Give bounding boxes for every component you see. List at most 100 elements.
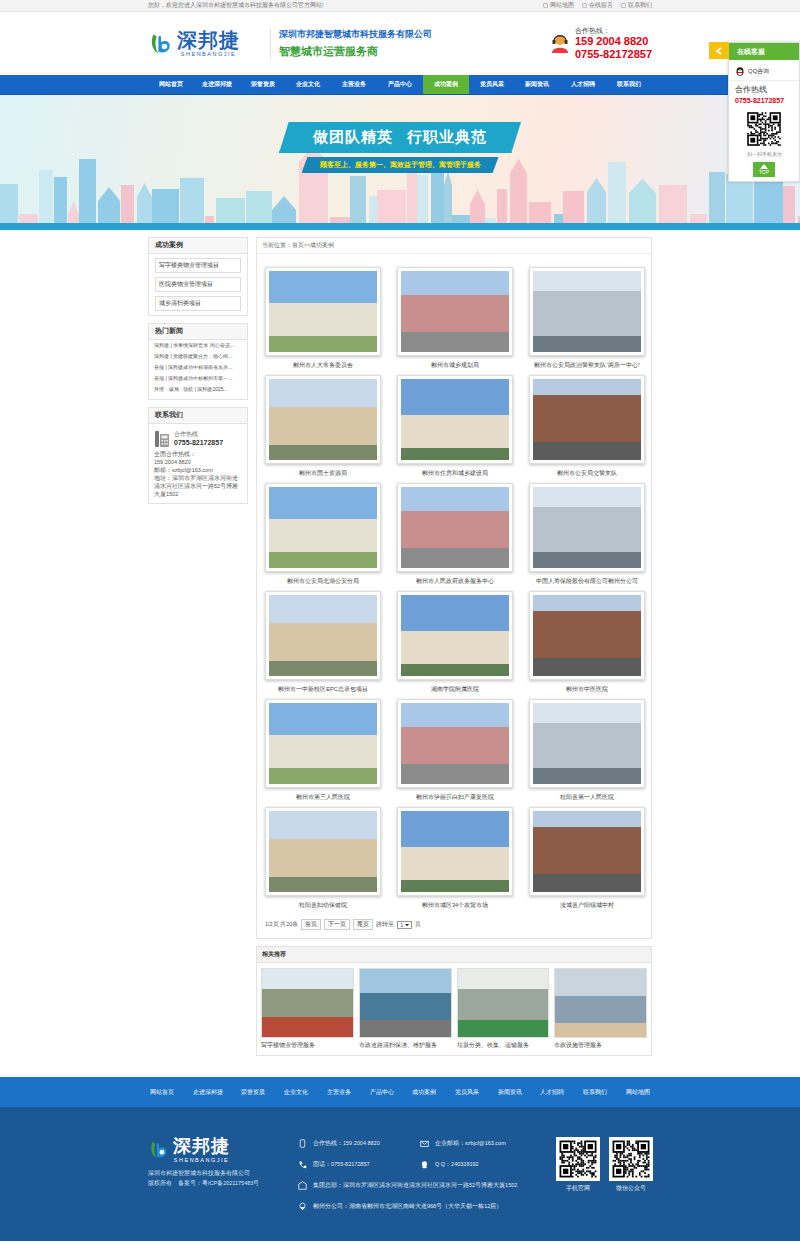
footer-company: 深圳市邦捷智慧城市科技服务有限公司 (148, 1169, 288, 1178)
nav-item[interactable]: 成功案例 (423, 75, 469, 94)
related-caption[interactable]: 垃圾分类、收集、运输服务 (457, 1042, 550, 1049)
news-link[interactable]: 喜报 | 深邦捷成功中标郴州市第一... (149, 373, 247, 384)
category-link[interactable]: 写字楼类物业管理项目 (155, 258, 241, 273)
qq-penguin-icon (735, 66, 745, 76)
category-link[interactable]: 医院类物业管理项目 (155, 277, 241, 292)
case-caption[interactable]: 桂阳县妇幼保健院 (299, 902, 347, 910)
nav-item[interactable]: 网站首页 (148, 75, 194, 94)
related-photo (359, 968, 452, 1038)
page-button[interactable]: 首页 (301, 919, 321, 930)
case-caption[interactable]: 中国人寿保险股份有限公司郴州分公司 (536, 578, 638, 586)
top-link[interactable]: 网站地图 (543, 2, 574, 9)
panel-toggle[interactable] (709, 42, 729, 59)
case-card[interactable]: 郴州市公安局北湖公安分局 (265, 483, 381, 591)
case-caption[interactable]: 郴州市人大常务委员会 (293, 362, 353, 370)
case-card[interactable]: 郴州市公安局政治警察支队“两所一中心” (529, 267, 645, 375)
footer-nav-item[interactable]: 走进深邦捷 (193, 1088, 223, 1097)
footer-nav-item[interactable]: 荣誉资质 (241, 1088, 265, 1097)
top-link-text[interactable]: 网站地图 (550, 2, 574, 9)
footer-nav-item[interactable]: 人才招聘 (540, 1088, 564, 1097)
related-caption[interactable]: 写字楼物业管理服务 (261, 1042, 354, 1049)
case-card[interactable]: 郴州市人大常务委员会 (265, 267, 381, 375)
nav-item[interactable]: 企业文化 (285, 75, 331, 94)
top-link-text[interactable]: 在线留言 (589, 2, 613, 9)
footer-nav-item[interactable]: 网站首页 (150, 1088, 174, 1097)
nav-item[interactable]: 走进深邦捷 (194, 75, 240, 94)
nav-item[interactable]: 新闻资讯 (515, 75, 561, 94)
qq-link[interactable]: QQ咨询 (729, 60, 799, 81)
case-card[interactable]: 桂阳县第一人民医院 (529, 699, 645, 807)
case-card[interactable]: 湘南学院附属医院 (397, 591, 513, 699)
footer-nav-item[interactable]: 产品中心 (370, 1088, 394, 1097)
news-link[interactable]: 深邦捷 | 求事情深耕意求 同心奋进... (149, 340, 247, 351)
case-card[interactable]: 郴州市公安局交警支队 (529, 375, 645, 483)
case-caption[interactable]: 郴州市第三人民医院 (296, 794, 350, 802)
case-card[interactable]: 郴州市城乡规划局 (397, 267, 513, 375)
related-item[interactable]: 市政设施管理服务 (554, 968, 647, 1049)
related-caption[interactable]: 市政设施管理服务 (554, 1042, 647, 1049)
top-link[interactable]: 联系我们 (621, 2, 652, 9)
nav-item[interactable]: 主营业务 (331, 75, 377, 94)
case-caption[interactable]: 桂阳县第一人民医院 (560, 794, 614, 802)
case-caption[interactable]: 郴州市公安局交警支队 (557, 470, 617, 478)
case-caption[interactable]: 郴州市国土资源局 (299, 470, 347, 478)
category-link[interactable]: 城乡清扫类项目 (155, 296, 241, 311)
footer-nav-item[interactable]: 主营业务 (327, 1088, 351, 1097)
page-select-value[interactable]: 1 (400, 922, 403, 928)
news-link[interactable]: 喜报 | 深邦捷成功中标湖南省永兴... (149, 362, 247, 373)
back-to-top-button[interactable]: TOP (753, 162, 775, 177)
case-caption[interactable]: 湘南学院附属医院 (431, 686, 479, 694)
case-caption[interactable]: 郴州市人民政府政务服务中心 (416, 578, 494, 586)
case-card[interactable]: 汝城县户阳镇城中村 (529, 807, 645, 915)
top-link[interactable]: 在线留言 (582, 2, 613, 9)
footer-nav-item[interactable]: 成功案例 (412, 1088, 436, 1097)
footer-nav-item[interactable]: 网站地图 (626, 1088, 650, 1097)
case-caption[interactable]: 郴州市城乡规划局 (431, 362, 479, 370)
related-caption[interactable]: 市政道路清扫保洁、维护服务 (359, 1042, 452, 1049)
icp-text[interactable]: 备案号：粤ICP备2021175483号 (178, 1180, 259, 1186)
case-caption[interactable]: 郴州市公安局北湖公安分局 (287, 578, 359, 586)
case-caption[interactable]: 郴州市中医医院 (566, 686, 608, 694)
case-caption[interactable]: 汝城县户阳镇城中村 (560, 902, 614, 910)
footer-logo[interactable]: 深邦捷SHENBANGJIE (148, 1137, 288, 1163)
case-card[interactable]: 郴州市住房和城乡建设局 (397, 375, 513, 483)
nav-item[interactable]: 联系我们 (606, 75, 652, 94)
news-link[interactable]: 升维 · 破局 · 领航 | 深邦捷2025... (149, 384, 247, 395)
footer-nav-item[interactable]: 企业文化 (284, 1088, 308, 1097)
top-label[interactable]: TOP (759, 169, 769, 175)
case-caption[interactable]: 郴州市城区34个农贸市场 (422, 902, 488, 910)
case-card[interactable]: 中国人寿保险股份有限公司郴州分公司 (529, 483, 645, 591)
nav-item[interactable]: 党员风采 (469, 75, 515, 94)
page-select[interactable]: 1 (397, 921, 412, 929)
nav-item[interactable]: 人才招聘 (560, 75, 606, 94)
case-card[interactable]: 郴州市第三人民医院 (265, 699, 381, 807)
footer-nav-item[interactable]: 联系我们 (583, 1088, 607, 1097)
related-item[interactable]: 市政道路清扫保洁、维护服务 (359, 968, 452, 1049)
case-card[interactable]: 郴州市人民政府政务服务中心 (397, 483, 513, 591)
logo-text[interactable]: 深邦捷 (173, 1137, 230, 1157)
footer-nav-item[interactable]: 新闻资讯 (498, 1088, 522, 1097)
case-card[interactable]: 郴州市城区34个农贸市场 (397, 807, 513, 915)
site-logo[interactable]: 深邦捷SHENBANGJIE (148, 29, 240, 58)
case-frame (265, 699, 381, 788)
case-card[interactable]: 郴州市一中新校区EPC总承包项目 (265, 591, 381, 699)
page-button[interactable]: 下一页 (324, 919, 350, 930)
case-card[interactable]: 郴州市中医医院 (529, 591, 645, 699)
top-link-text[interactable]: 联系我们 (628, 2, 652, 9)
page-button[interactable]: 尾页 (353, 919, 373, 930)
case-card[interactable]: 桂阳县妇幼保健院 (265, 807, 381, 915)
news-link[interactable]: 深邦捷 | 党建联建聚合力，细心同... (149, 351, 247, 362)
case-caption[interactable]: 郴州市伊丽莎白妇产康复医院 (416, 794, 494, 802)
case-caption[interactable]: 郴州市住房和城乡建设局 (422, 470, 488, 478)
qq-label[interactable]: QQ咨询 (748, 67, 769, 76)
case-caption[interactable]: 郴州市一中新校区EPC总承包项目 (278, 686, 368, 694)
case-card[interactable]: 郴州市伊丽莎白妇产康复医院 (397, 699, 513, 807)
case-card[interactable]: 郴州市国土资源局 (265, 375, 381, 483)
nav-item[interactable]: 荣誉资质 (240, 75, 286, 94)
footer-nav-item[interactable]: 党员风采 (455, 1088, 479, 1097)
logo-text[interactable]: 深邦捷 (177, 29, 240, 51)
related-item[interactable]: 垃圾分类、收集、运输服务 (457, 968, 550, 1049)
related-item[interactable]: 写字楼物业管理服务 (261, 968, 354, 1049)
nav-item[interactable]: 产品中心 (377, 75, 423, 94)
case-caption[interactable]: 郴州市公安局政治警察支队“两所一中心” (534, 362, 640, 370)
